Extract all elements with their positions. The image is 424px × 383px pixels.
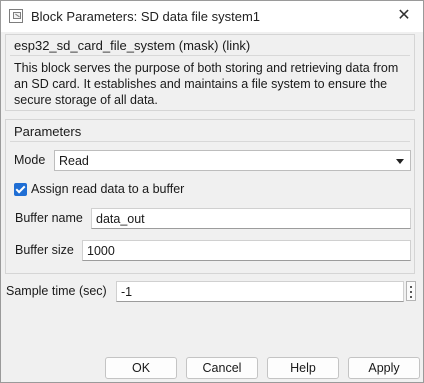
parameters-divider [10, 141, 410, 142]
sample-time-value: -1 [121, 285, 133, 299]
mode-label: Mode [14, 153, 46, 167]
chevron-down-icon [396, 159, 404, 164]
ok-button[interactable]: OK [105, 357, 177, 379]
buffer-size-input[interactable]: 1000 [82, 240, 411, 261]
buffer-name-label: Buffer name [15, 211, 83, 225]
description-panel: esp32_sd_card_file_system (mask) (link) … [5, 34, 415, 111]
buffer-name-value: data_out [96, 212, 145, 226]
assign-buffer-label[interactable]: Assign read data to a buffer [31, 182, 184, 196]
description-divider [10, 55, 410, 56]
parameters-group: Parameters Mode Read Assign read data to… [5, 119, 415, 274]
more-options-icon-dot [410, 291, 412, 293]
buffer-size-label: Buffer size [15, 243, 74, 257]
mode-select-value: Read [59, 154, 89, 168]
close-icon[interactable]: ✕ [393, 6, 415, 26]
mode-select[interactable]: Read [54, 150, 411, 171]
assign-buffer-checkbox[interactable] [14, 183, 27, 196]
sample-time-input[interactable]: -1 [116, 281, 404, 302]
more-options-button[interactable] [406, 281, 416, 301]
help-button[interactable]: Help [267, 357, 339, 379]
sample-time-label: Sample time (sec) [6, 284, 107, 298]
title-bar: Block Parameters: SD data file system1 ✕ [1, 1, 423, 32]
block-parameters-dialog: Block Parameters: SD data file system1 ✕… [0, 0, 424, 383]
cancel-button[interactable]: Cancel [186, 357, 258, 379]
description-text: This block serves the purpose of both st… [14, 61, 399, 107]
apply-button[interactable]: Apply [348, 357, 420, 379]
block-icon [9, 9, 23, 23]
parameters-group-title: Parameters [14, 124, 82, 139]
window-title: Block Parameters: SD data file system1 [31, 9, 261, 24]
mask-title: esp32_sd_card_file_system (mask) (link) [14, 38, 251, 53]
more-options-icon [410, 286, 412, 288]
buffer-size-value: 1000 [87, 244, 115, 258]
buffer-name-input[interactable]: data_out [91, 208, 411, 229]
more-options-icon-dot [410, 296, 412, 298]
